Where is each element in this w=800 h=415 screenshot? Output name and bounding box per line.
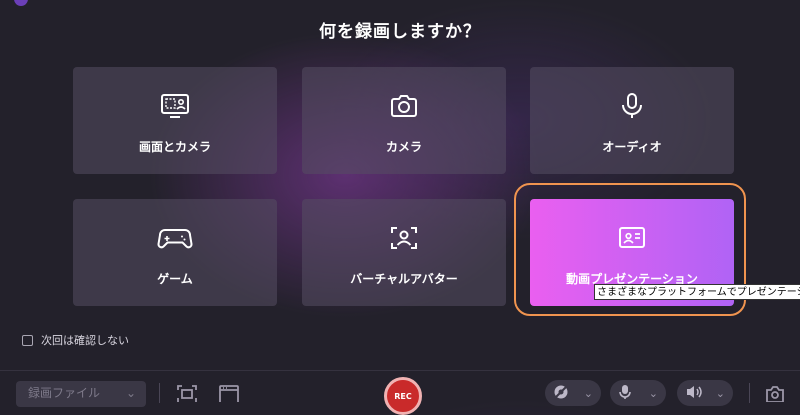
system-audio-toggle[interactable]: ⌄	[677, 380, 733, 406]
dont-ask-again-label: 次回は確認しない	[41, 334, 129, 347]
option-camera[interactable]: カメラ	[302, 67, 506, 174]
webcam-toggle[interactable]: ⌄	[545, 380, 601, 406]
toolbar-divider	[159, 383, 160, 403]
presentation-icon	[530, 224, 734, 252]
source-select-value: 録画ファイル	[28, 386, 101, 400]
chevron-down-icon: ⌄	[715, 386, 725, 400]
chevron-down-icon: ⌄	[648, 386, 658, 400]
option-screen-camera[interactable]: 画面とカメラ	[73, 67, 277, 174]
chevron-down-icon: ⌄	[125, 386, 136, 400]
toolbar-divider	[749, 383, 750, 403]
record-button[interactable]: REC	[384, 377, 422, 415]
gamepad-icon	[73, 224, 277, 252]
region-select-icon[interactable]	[176, 384, 198, 402]
chevron-down-icon: ⌄	[583, 386, 593, 400]
option-audio[interactable]: オーディオ	[530, 67, 734, 174]
camera-icon	[302, 92, 506, 120]
source-select[interactable]: 録画ファイル ⌄	[16, 381, 146, 407]
avatar-icon	[302, 224, 506, 252]
option-label: カメラ	[385, 140, 422, 154]
dialog-title: 何を録画しますか？	[319, 22, 481, 42]
window-capture-icon[interactable]	[218, 384, 240, 405]
screenshot-icon[interactable]	[764, 384, 786, 403]
option-virtual-avatar[interactable]: バーチャルアバター	[302, 199, 506, 306]
option-game[interactable]: ゲーム	[73, 199, 277, 306]
microphone-icon	[530, 92, 734, 120]
screen-camera-icon	[73, 92, 277, 120]
option-label: 画面とカメラ	[138, 140, 211, 154]
app-logo-icon	[14, 0, 28, 6]
option-label: ゲーム	[157, 272, 193, 286]
dont-ask-again-row[interactable]: 次回は確認しない	[22, 332, 129, 348]
dont-ask-again-checkbox[interactable]	[22, 334, 33, 346]
microphone-toggle[interactable]: ⌄	[610, 380, 666, 406]
option-label: バーチャルアバター	[350, 272, 458, 286]
option-label: オーディオ	[602, 140, 662, 154]
option-tooltip: さまざまなプラットフォームでプレゼンテーション	[594, 284, 800, 300]
